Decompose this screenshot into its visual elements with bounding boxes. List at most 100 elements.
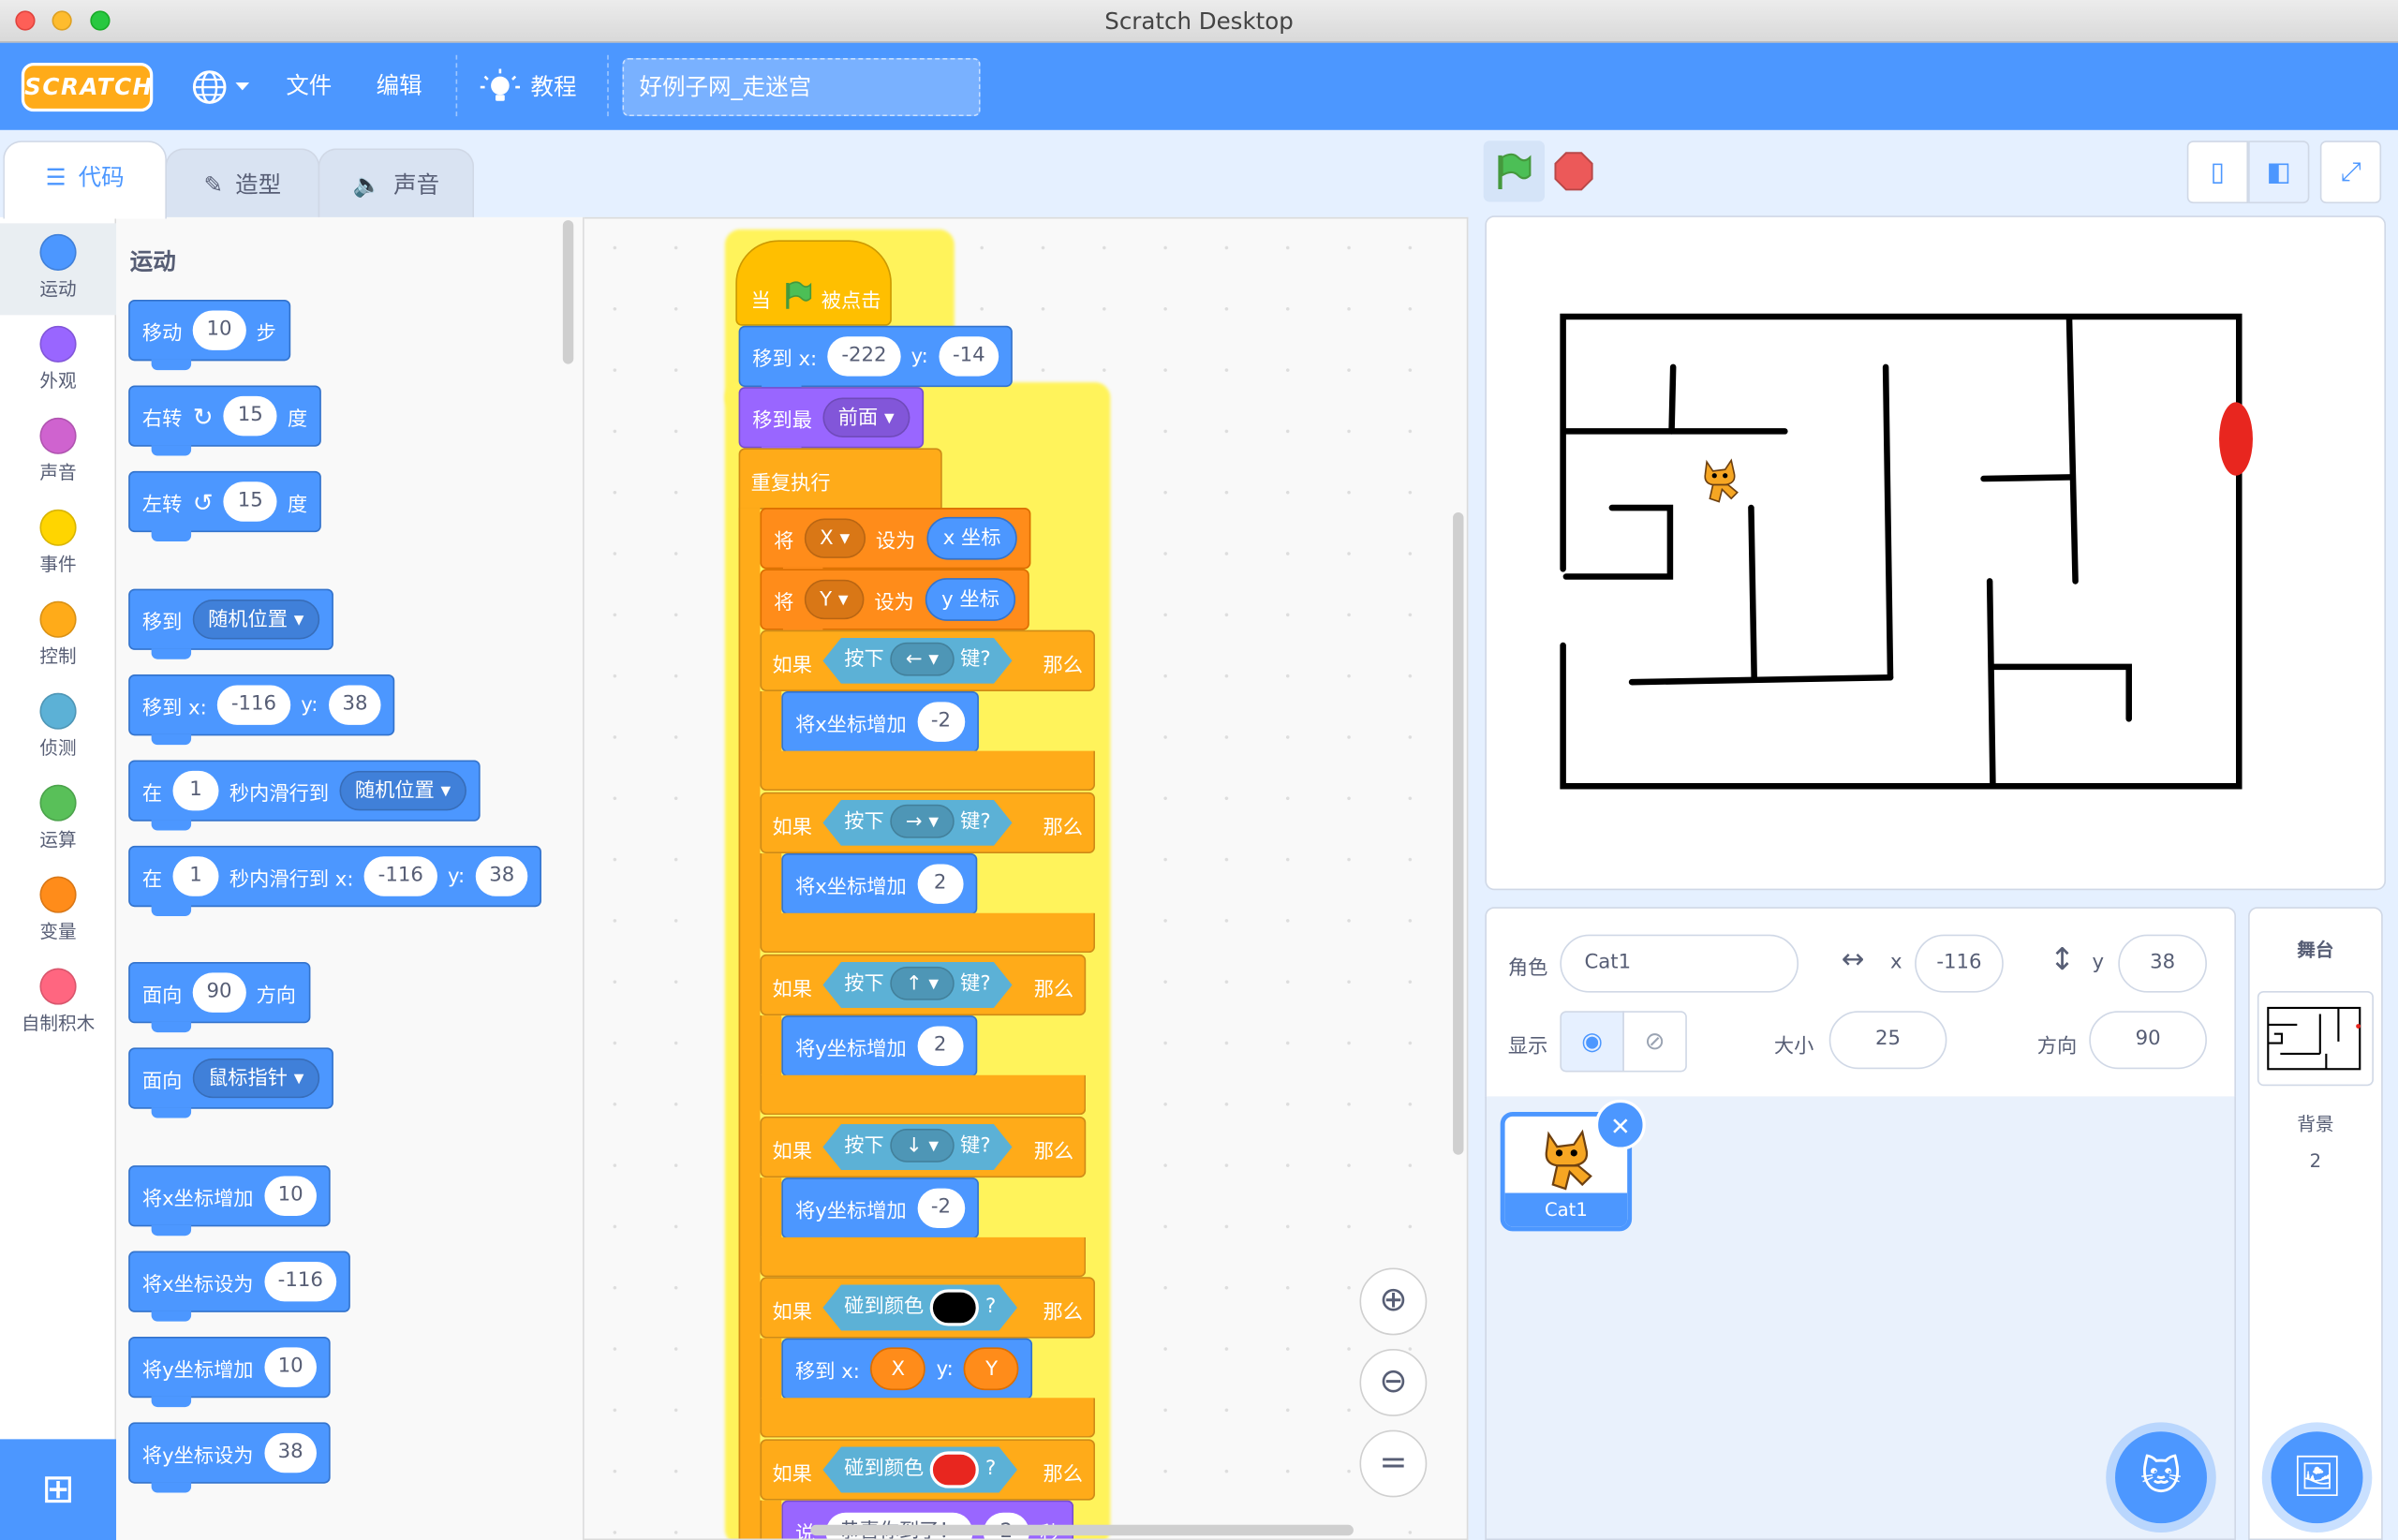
key-dropdown[interactable]: → ▾: [890, 805, 954, 838]
delete-sprite-button[interactable]: ✕: [1594, 1099, 1646, 1150]
set-variable-x-block[interactable]: 将 X ▾ 设为 x 坐标: [760, 508, 1032, 579]
tutorials-button[interactable]: 教程: [480, 66, 587, 109]
seconds-input[interactable]: 1: [172, 856, 219, 896]
category-5[interactable]: 侦测: [0, 682, 116, 774]
if-key-pressed-block[interactable]: 如果 按下 → ▾ 键? 那么: [760, 792, 1096, 854]
workspace-horizontal-scrollbar[interactable]: [810, 1524, 1354, 1536]
target-dropdown[interactable]: 随机位置 ▾: [339, 770, 466, 811]
choose-backdrop-button[interactable]: 🖼: [2271, 1431, 2363, 1524]
sprite-name-input[interactable]: Cat1: [1560, 934, 1799, 993]
workspace-vertical-scrollbar[interactable]: [1453, 511, 1464, 1155]
variable-dropdown[interactable]: X ▾: [804, 518, 866, 558]
x-input[interactable]: -116: [363, 856, 437, 896]
key-pressed-sensor[interactable]: 按下 ↑ ▾ 键?: [822, 962, 1012, 1008]
x-position-input[interactable]: -116: [1915, 934, 2004, 993]
color-swatch-red[interactable]: [930, 1451, 979, 1488]
green-flag-button[interactable]: [1483, 141, 1546, 202]
project-title-input[interactable]: 好例子网_走迷宫: [622, 58, 981, 117]
size-input[interactable]: 25: [1828, 1011, 1947, 1070]
set-x-block[interactable]: 将x坐标设为 -116: [128, 1251, 351, 1322]
x-input[interactable]: -116: [217, 685, 290, 725]
point-direction-block[interactable]: 面向 90 方向: [128, 961, 310, 1033]
add-extension-button[interactable]: ⊞: [0, 1439, 117, 1540]
small-stage-button[interactable]: ▯: [2186, 141, 2249, 204]
category-3[interactable]: 事件: [0, 498, 116, 590]
show-sprite-button[interactable]: ◉: [1560, 1011, 1624, 1073]
value-input[interactable]: -116: [263, 1261, 337, 1302]
y-input[interactable]: 38: [328, 685, 382, 725]
x-input[interactable]: -222: [827, 336, 901, 377]
key-dropdown[interactable]: ↑ ▾: [890, 967, 954, 1000]
cat-sprite[interactable]: [1697, 456, 1743, 505]
category-8[interactable]: 自制积木: [0, 957, 116, 1049]
category-0[interactable]: 运动: [0, 223, 117, 316]
change-x-block[interactable]: 将x坐标增加 10: [128, 1165, 332, 1236]
backdrop-thumbnail[interactable]: [2257, 990, 2374, 1087]
category-2[interactable]: 声音: [0, 407, 116, 498]
y-input[interactable]: 38: [475, 856, 528, 896]
delta-input[interactable]: -2: [917, 702, 965, 742]
y-position-reporter[interactable]: y 坐标: [925, 578, 1016, 621]
palette-scrollbar[interactable]: [562, 220, 574, 364]
value-input[interactable]: 10: [263, 1347, 318, 1387]
degrees-input[interactable]: 15: [224, 481, 277, 522]
key-pressed-sensor[interactable]: 按下 ← ▾ 键?: [822, 638, 1012, 684]
language-menu[interactable]: [189, 66, 257, 109]
point-towards-block[interactable]: 面向 鼠标指针 ▾: [128, 1047, 333, 1118]
set-variable-y-block[interactable]: 将 Y ▾ 设为 y 坐标: [760, 569, 1030, 640]
tab-code[interactable]: ☰ 代码: [3, 141, 167, 219]
goto-xy-block[interactable]: 移到 x: -222 y: -14: [738, 325, 1014, 396]
delta-input[interactable]: 2: [917, 864, 964, 904]
y-input[interactable]: -14: [939, 336, 999, 377]
towards-dropdown[interactable]: 鼠标指针 ▾: [192, 1058, 319, 1099]
change-position-block[interactable]: 将y坐标增加 -2: [781, 1177, 979, 1249]
stop-button[interactable]: [1545, 141, 1606, 201]
zoom-in-button[interactable]: ⊕: [1359, 1267, 1428, 1336]
direction-input[interactable]: 90: [2089, 1011, 2207, 1070]
key-dropdown[interactable]: ↓ ▾: [890, 1129, 954, 1162]
if-key-pressed-block[interactable]: 如果 按下 ← ▾ 键? 那么: [760, 629, 1096, 691]
key-dropdown[interactable]: ← ▾: [890, 643, 954, 676]
key-pressed-sensor[interactable]: 按下 ↓ ▾ 键?: [822, 1124, 1012, 1170]
tab-costumes[interactable]: ✎ 造型: [165, 148, 320, 219]
delta-input[interactable]: 2: [917, 1026, 964, 1066]
turn-left-block[interactable]: 左转 ↺ 15 度: [128, 470, 321, 541]
if-key-pressed-block[interactable]: 如果 按下 ↓ ▾ 键? 那么: [760, 1116, 1087, 1178]
degrees-input[interactable]: 15: [224, 395, 277, 437]
delta-input[interactable]: -2: [917, 1188, 965, 1229]
category-4[interactable]: 控制: [0, 590, 116, 682]
when-flag-clicked-block[interactable]: 当 被点击: [735, 240, 892, 326]
variable-dropdown[interactable]: Y ▾: [804, 579, 864, 620]
tab-sounds[interactable]: 🔈 声音: [318, 148, 475, 219]
if-touching-black-block[interactable]: 如果 碰到颜色 ? 那么: [760, 1277, 1096, 1339]
zoom-out-button[interactable]: ⊖: [1359, 1349, 1428, 1416]
change-position-block[interactable]: 将x坐标增加 2: [781, 853, 977, 925]
edit-menu[interactable]: 编辑: [377, 43, 422, 130]
x-position-reporter[interactable]: x 坐标: [925, 516, 1018, 560]
color-swatch-black[interactable]: [930, 1289, 979, 1325]
turn-right-block[interactable]: 右转 ↻ 15 度: [128, 385, 321, 456]
go-to-front-block[interactable]: 移到最 前面 ▾: [738, 387, 924, 458]
glide-xy-block[interactable]: 在 1 秒内滑行到 x: -116 y: 38: [128, 845, 542, 916]
hide-sprite-button[interactable]: ⊘: [1622, 1011, 1687, 1073]
category-7[interactable]: 变量: [0, 866, 116, 957]
if-touching-red-block[interactable]: 如果 碰到颜色 ? 那么: [760, 1439, 1096, 1501]
zoom-reset-button[interactable]: =: [1359, 1429, 1428, 1498]
target-dropdown[interactable]: 随机位置 ▾: [192, 600, 319, 640]
layer-dropdown[interactable]: 前面 ▾: [822, 397, 910, 437]
file-menu[interactable]: 文件: [286, 43, 332, 130]
choose-sprite-button[interactable]: 🐱: [2115, 1431, 2207, 1524]
value-input[interactable]: 38: [263, 1432, 318, 1473]
forever-block[interactable]: 重复执行: [738, 448, 942, 510]
goto-random-block[interactable]: 移到 随机位置 ▾: [128, 588, 333, 659]
change-position-block[interactable]: 将x坐标增加 -2: [781, 690, 979, 763]
variable-y-reporter[interactable]: Y: [964, 1347, 1019, 1391]
change-position-block[interactable]: 将y坐标增加 2: [781, 1015, 977, 1087]
goto-vars-block[interactable]: 移到 x: Xy: Y: [781, 1338, 1033, 1409]
glide-random-block[interactable]: 在 1 秒内滑行到 随机位置 ▾: [128, 760, 481, 831]
if-key-pressed-block[interactable]: 如果 按下 ↑ ▾ 键? 那么: [760, 954, 1087, 1016]
value-input[interactable]: 10: [263, 1176, 318, 1216]
touching-color-sensor[interactable]: 碰到颜色 ?: [822, 1447, 1017, 1493]
variable-x-reporter[interactable]: X: [870, 1347, 926, 1391]
scratch-logo[interactable]: SCRATCH: [21, 62, 154, 112]
